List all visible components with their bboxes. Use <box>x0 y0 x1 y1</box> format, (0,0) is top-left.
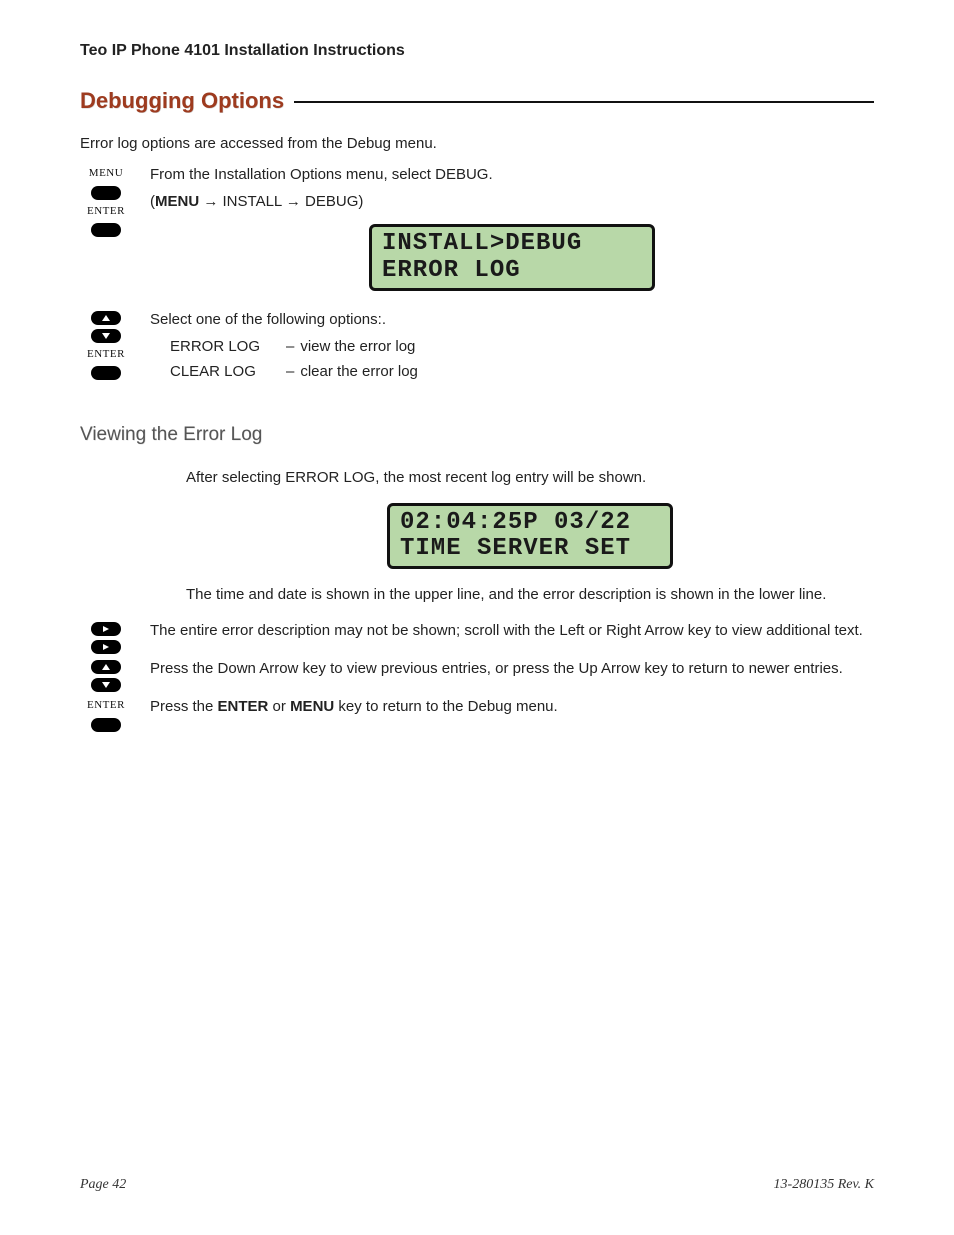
enter-key-label: ENTER <box>87 204 125 219</box>
icon-column-menu-enter: MENU ENTER <box>80 164 132 305</box>
path-install: INSTALL <box>223 193 282 210</box>
subheading-viewing-error-log: Viewing the Error Log <box>80 422 874 449</box>
path-arrow1: → <box>199 193 222 210</box>
lcd-display-1: INSTALL>DEBUG ERROR LOG <box>369 224 655 291</box>
enter-key-label-2: ENTER <box>87 347 125 362</box>
view-block-1: After selecting ERROR LOG, the most rece… <box>186 467 874 606</box>
p5-c: key to return to the Debug menu. <box>334 698 557 715</box>
icon-column-updown-enter: ENTER <box>80 309 132 386</box>
option-dash: – <box>286 361 294 382</box>
option-row: ERROR LOG – view the error log <box>170 336 874 357</box>
path-debug: DEBUG) <box>305 193 363 210</box>
p5-enter: ENTER <box>218 698 269 715</box>
option-dash: – <box>286 336 294 357</box>
lcd-display-2: 02:04:25P 03/22 TIME SERVER SET <box>387 503 673 570</box>
right-arrow-icon <box>91 622 121 636</box>
document-header: Teo IP Phone 4101 Installation Instructi… <box>80 40 874 62</box>
step-return-enter: ENTER Press the ENTER or MENU key to ret… <box>80 696 874 731</box>
option-name: CLEAR LOG <box>170 361 280 382</box>
step2-intro: Select one of the following options:. <box>150 309 874 330</box>
enter-key-icon-2 <box>91 366 121 380</box>
p5-menu: MENU <box>290 698 334 715</box>
icon-column-enter: ENTER <box>80 696 132 731</box>
up-arrow-icon <box>91 311 121 325</box>
enter-key-icon <box>91 223 121 237</box>
path-menu: MENU <box>155 193 199 210</box>
view-p2: The time and date is shown in the upper … <box>186 584 874 605</box>
footer-rev: 13-280135 Rev. K <box>774 1175 874 1195</box>
step1-line1: From the Installation Options menu, sele… <box>150 164 874 185</box>
step-menu-enter: MENU ENTER From the Installation Options… <box>80 164 874 305</box>
step1-path: (MENU → INSTALL → DEBUG) <box>150 191 874 212</box>
view-p4-col: Press the Down Arrow key to view previou… <box>150 658 874 692</box>
lcd2-line2: TIME SERVER SET <box>400 536 660 562</box>
view-p3-col: The entire error description may not be … <box>150 620 874 654</box>
step2-text: Select one of the following options:. ER… <box>150 309 874 386</box>
step1-text: From the Installation Options menu, sele… <box>150 164 874 305</box>
p5-b: or <box>268 698 290 715</box>
lcd1-line2: ERROR LOG <box>382 258 642 284</box>
up-arrow-icon-2 <box>91 660 121 674</box>
section-title-row: Debugging Options <box>80 86 874 117</box>
page-footer: Page 42 13-280135 Rev. K <box>80 1175 874 1195</box>
down-arrow-icon <box>91 329 121 343</box>
path-arrow2: → <box>282 193 305 210</box>
down-arrow-icon-2 <box>91 678 121 692</box>
enter-key-label-3: ENTER <box>87 698 125 713</box>
step-scroll-lr: The entire error description may not be … <box>80 620 874 654</box>
right-arrow-icon-2 <box>91 640 121 654</box>
menu-key-icon <box>91 186 121 200</box>
view-p3: The entire error description may not be … <box>150 620 874 641</box>
option-name: ERROR LOG <box>170 336 280 357</box>
options-table: ERROR LOG – view the error log CLEAR LOG… <box>170 336 874 382</box>
lcd1-line1: INSTALL>DEBUG <box>382 231 642 257</box>
icon-column-right-arrows <box>80 620 132 654</box>
footer-page: Page 42 <box>80 1175 126 1195</box>
icon-column-updown <box>80 658 132 692</box>
menu-key-label: MENU <box>89 166 123 181</box>
step-select-options: ENTER Select one of the following option… <box>80 309 874 386</box>
lcd2-line1: 02:04:25P 03/22 <box>400 510 660 536</box>
step-scroll-ud: Press the Down Arrow key to view previou… <box>80 658 874 692</box>
section-rule <box>294 101 874 103</box>
option-desc: view the error log <box>300 336 415 357</box>
option-row: CLEAR LOG – clear the error log <box>170 361 874 382</box>
view-p4: Press the Down Arrow key to view previou… <box>150 658 874 679</box>
view-p5: Press the ENTER or MENU key to return to… <box>150 696 874 717</box>
intro-text: Error log options are accessed from the … <box>80 133 874 154</box>
view-p5-col: Press the ENTER or MENU key to return to… <box>150 696 874 731</box>
section-title-text: Debugging Options <box>80 86 284 117</box>
enter-key-icon-3 <box>91 718 121 732</box>
view-p1: After selecting ERROR LOG, the most rece… <box>186 467 874 488</box>
p5-a: Press the <box>150 698 218 715</box>
option-desc: clear the error log <box>300 361 418 382</box>
